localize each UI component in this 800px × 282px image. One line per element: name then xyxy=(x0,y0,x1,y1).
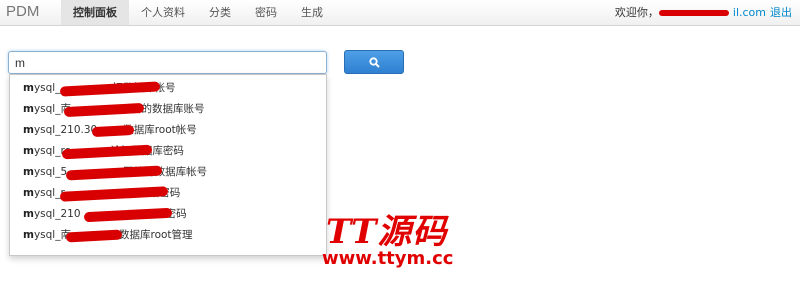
autocomplete-dropdown: mysql_坛数据库帐号 mysql_南目的数据库账号 mysql_210.30… xyxy=(9,74,327,256)
user-area: 欢迎你， il.com 退出 xyxy=(615,0,792,25)
search-input[interactable] xyxy=(8,51,327,74)
redacted-email xyxy=(658,9,729,16)
top-navbar: PDM 控制面板 个人资料 分类 密码 生成 欢迎你， il.com 退出 xyxy=(0,0,800,26)
watermark-url: www.ttym.cc xyxy=(322,248,454,269)
nav-item-dashboard[interactable]: 控制面板 xyxy=(61,0,129,25)
search-icon xyxy=(368,56,380,68)
search-button[interactable] xyxy=(344,50,404,74)
nav-item-passwords[interactable]: 密码 xyxy=(243,0,289,25)
watermark-logo: TT源码 xyxy=(326,212,448,252)
brand-logo[interactable]: PDM xyxy=(6,3,39,20)
logout-link[interactable]: 退出 xyxy=(770,0,792,25)
greeting-text: 欢迎你， xyxy=(614,6,659,19)
nav-item-profile[interactable]: 个人资料 xyxy=(129,0,197,25)
main-nav: 控制面板 个人资料 分类 密码 生成 xyxy=(61,0,335,25)
nav-item-generate[interactable]: 生成 xyxy=(289,0,335,25)
nav-item-categories[interactable]: 分类 xyxy=(197,0,243,25)
user-email: il.com xyxy=(732,6,766,19)
